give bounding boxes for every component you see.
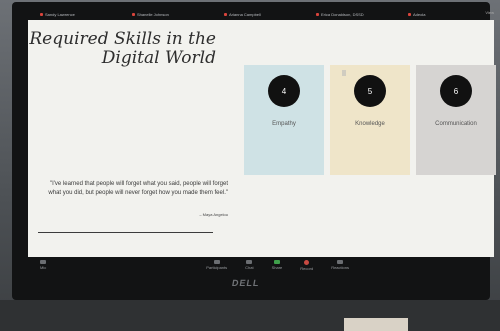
divider <box>38 232 213 233</box>
card-number: 4 <box>268 75 300 107</box>
skill-card-knowledge: 5 Knowledge <box>330 65 410 175</box>
mic-muted-icon <box>224 12 227 16</box>
shared-slide: Required Skills in the Digital World 4 E… <box>28 20 496 257</box>
card-number: 5 <box>354 75 386 107</box>
reactions-button[interactable]: Reactions <box>331 260 349 270</box>
microphone-icon <box>40 260 47 264</box>
skill-cards: 4 Empathy 5 Knowledge 6 Communication <box>244 65 499 175</box>
people-icon <box>213 260 220 264</box>
share-screen-icon <box>273 260 280 264</box>
participant-tile[interactable]: Erica Donaldson, DSSD <box>310 12 402 17</box>
participant-name: Shanelle Johnson <box>137 11 169 17</box>
participant-name: Adeola <box>413 11 426 17</box>
skill-card-communication: 6 Communication <box>416 65 496 175</box>
card-label: Knowledge <box>355 121 385 127</box>
smiley-icon <box>337 260 344 264</box>
monitor-logo: DELL <box>231 278 261 288</box>
slide-title: Required Skills in the Digital World <box>29 29 216 68</box>
participant-name: Arianna Campbell <box>229 11 261 17</box>
participant-tile[interactable]: Arianna Campbell <box>218 12 310 17</box>
participant-tile[interactable]: Adeola <box>402 12 494 17</box>
slide-quote: "I've learned that people will forget wh… <box>48 181 228 196</box>
paper <box>344 318 408 331</box>
chat-button[interactable]: Chat <box>245 260 254 270</box>
quote-attribution: – Maya Angelou <box>199 212 228 217</box>
mic-muted-icon <box>316 12 319 16</box>
view-button[interactable]: View <box>485 10 494 15</box>
participants-button[interactable]: Participants <box>206 260 227 270</box>
participant-name: Erica Donaldson, DSSD <box>321 11 364 17</box>
participant-name: Sandy Lawrence <box>45 11 75 17</box>
skill-card-empathy: 4 Empathy <box>244 65 324 175</box>
card-number: 6 <box>440 75 472 107</box>
mic-muted-icon <box>132 12 135 16</box>
participant-tile[interactable]: Shanelle Johnson <box>126 12 218 17</box>
mic-button[interactable]: Mic <box>40 260 46 270</box>
record-icon <box>304 259 310 265</box>
participant-tile[interactable]: Sandy Lawrence <box>34 12 126 17</box>
mouse-cursor-icon <box>342 70 346 76</box>
mic-muted-icon <box>408 12 411 16</box>
mic-muted-icon <box>40 12 43 16</box>
record-button[interactable]: Record <box>300 259 313 271</box>
share-button[interactable]: Share <box>272 260 282 270</box>
participant-strip: Sandy Lawrence Shanelle Johnson Arianna … <box>34 7 494 21</box>
chat-icon <box>246 260 253 264</box>
meeting-toolbar: Mic Participants Chat Share Record React… <box>28 257 494 273</box>
card-label: Communication <box>435 121 477 127</box>
card-label: Empathy <box>272 121 296 127</box>
desk <box>0 300 500 331</box>
